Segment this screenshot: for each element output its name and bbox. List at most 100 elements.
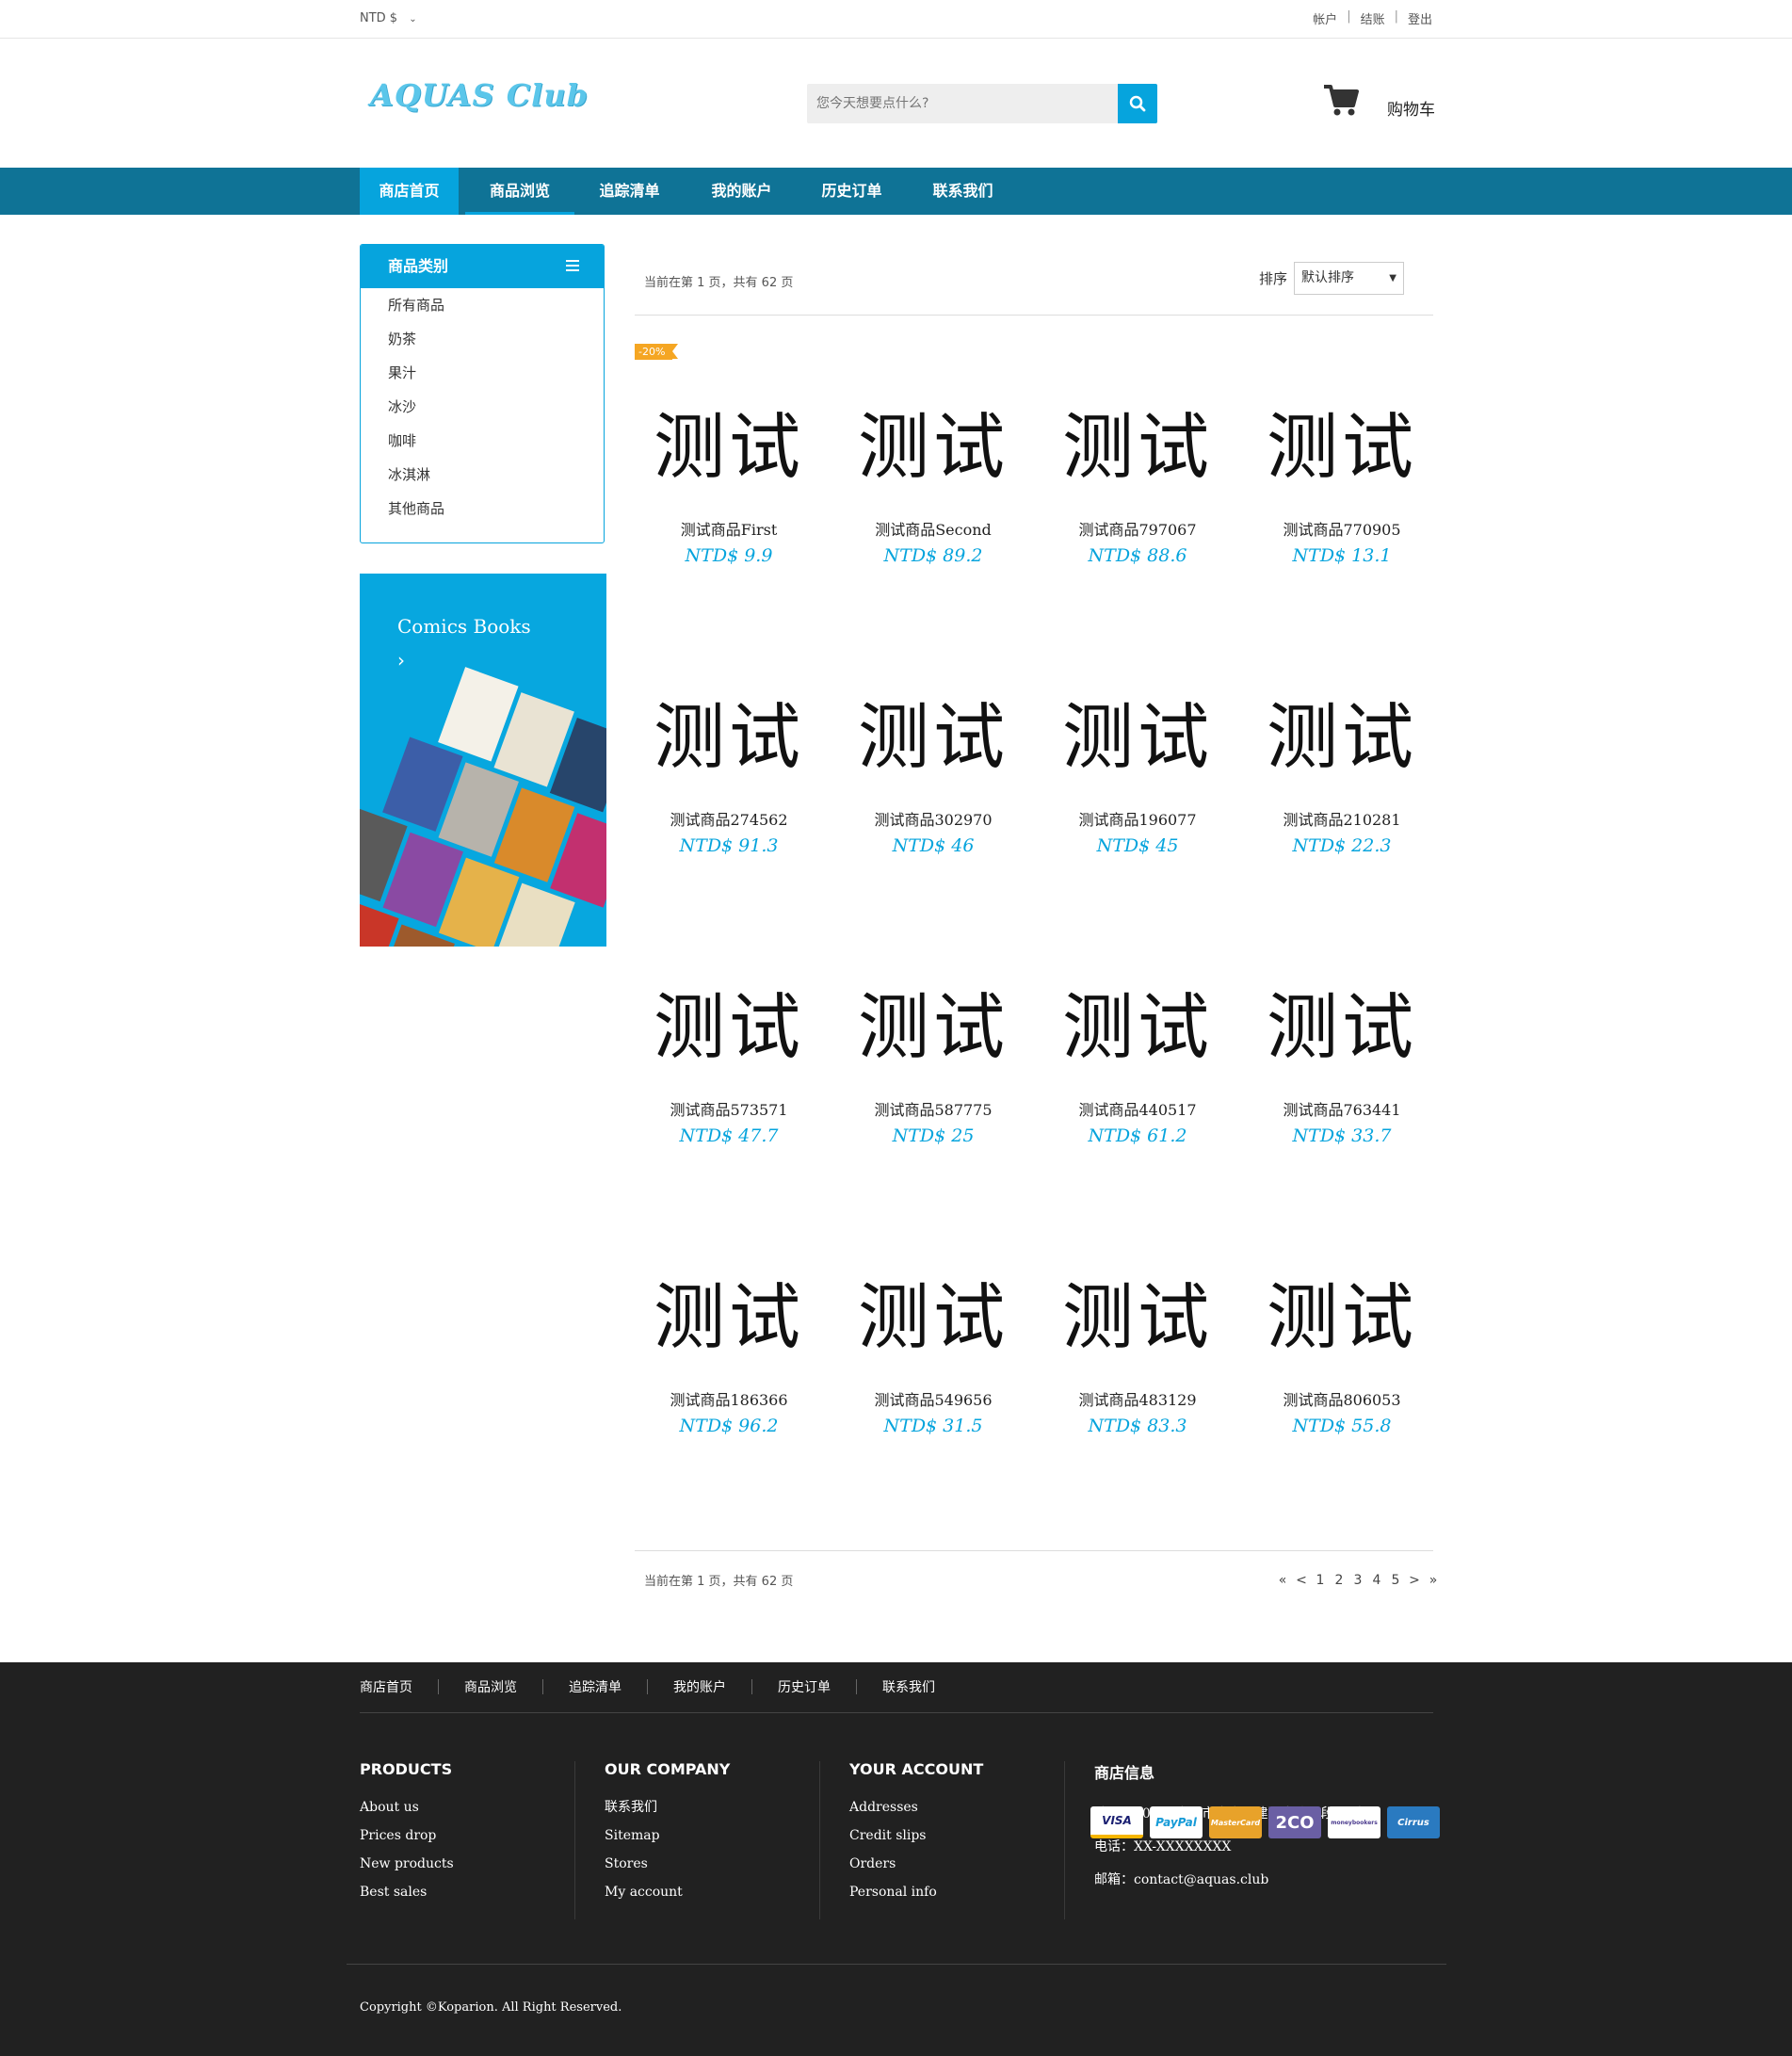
pager-page-1[interactable]: 1 [1311,1573,1330,1588]
product-card[interactable]: 测试 测试商品770905 NTD$ 13.1 [1243,372,1441,566]
store-email[interactable]: 邮箱：contact@aquas.club [1094,1864,1364,1897]
sort-label: 排序 [1259,270,1288,287]
product-card[interactable]: 测试 测试商品587775 NTD$ 25 [834,952,1032,1146]
product-image[interactable]: 测试 [630,662,828,813]
product-card[interactable]: 测试 测试商品549656 NTD$ 31.5 [834,1242,1032,1436]
product-card[interactable]: 测试 测试商品483129 NTD$ 83.3 [1039,1242,1236,1436]
product-image[interactable]: 测试 [1243,372,1441,523]
discount-badge: -20% [635,344,679,360]
site-logo[interactable]: AQUAS Club [370,77,589,113]
nav-item-orders[interactable]: 历史订单 [802,168,901,215]
cart-icon[interactable] [1322,83,1360,121]
product-card[interactable]: 测试 测试商品274562 NTD$ 91.3 [630,662,828,856]
product-image[interactable]: 测试 [1243,662,1441,813]
product-price: NTD$ 46 [892,835,975,856]
product-image[interactable]: 测试 [1039,372,1236,523]
product-card[interactable]: 测试 测试商品763441 NTD$ 33.7 [1243,952,1441,1146]
nav-item-browse[interactable]: 商品浏览 [465,168,574,215]
product-image[interactable]: 测试 [834,1242,1032,1393]
product-image[interactable]: 测试 [1243,952,1441,1103]
product-card[interactable]: 测试 测试商品210281 NTD$ 22.3 [1243,662,1441,856]
category-item-smoothie[interactable]: 冰沙 [361,390,604,424]
footer-nav-home[interactable]: 商店首页 [360,1677,412,1696]
footer-nav-separator [542,1679,543,1694]
product-card[interactable]: 测试 测试商品440517 NTD$ 61.2 [1039,952,1236,1146]
footer-link[interactable]: About us [360,1793,454,1821]
search-input[interactable] [807,84,1105,123]
footer-column-company: OUR COMPANY 联系我们 Sitemap Stores My accou… [605,1760,730,1906]
footer-link[interactable]: Personal info [849,1878,983,1906]
divider [635,315,1433,316]
currency-selector[interactable]: NTD $ ⌄ [360,11,417,25]
footer-nav-browse[interactable]: 商品浏览 [464,1677,517,1696]
sort-select[interactable]: 默认排序 ▼ [1294,262,1404,295]
footer-link[interactable]: Stores [605,1850,730,1878]
product-image[interactable]: 测试 [834,952,1032,1103]
nav-item-contact[interactable]: 联系我们 [913,168,1012,215]
footer-nav-orders[interactable]: 历史订单 [778,1677,831,1696]
category-title: 商品类别 [388,257,449,275]
page-info: 当前在第 1 页，共有 62 页 [644,276,794,290]
product-image[interactable]: 测试 [834,372,1032,523]
visa-logo: VISA [1090,1806,1143,1838]
product-image[interactable]: 测试 [1039,662,1236,813]
pager-page-4[interactable]: 4 [1367,1573,1386,1588]
product-image[interactable]: 测试 [1039,1242,1236,1393]
footer-link[interactable]: Prices drop [360,1821,454,1850]
menu-icon[interactable] [566,260,579,271]
category-item-juice[interactable]: 果汁 [361,356,604,390]
paypal-logo: PayPal [1150,1806,1203,1838]
product-image[interactable]: 测试 [1243,1242,1441,1393]
checkout-link[interactable]: 结账 [1361,9,1385,27]
category-item-all[interactable]: 所有商品 [361,288,604,322]
pager-next[interactable]: > [1405,1573,1424,1588]
footer-link[interactable]: Addresses [849,1793,983,1821]
category-item-ice-cream[interactable]: 冰淇淋 [361,458,604,492]
pager-page-3[interactable]: 3 [1348,1573,1367,1588]
footer-link[interactable]: Sitemap [605,1821,730,1850]
product-card[interactable]: 测试 测试商品196077 NTD$ 45 [1039,662,1236,856]
category-item-coffee[interactable]: 咖啡 [361,424,604,458]
footer-link[interactable]: 联系我们 [605,1793,730,1821]
search-button[interactable] [1118,84,1157,123]
product-card[interactable]: 测试 测试商品806053 NTD$ 55.8 [1243,1242,1441,1436]
footer-nav: 商店首页 商品浏览 追踪清单 我的账户 历史订单 联系我们 [360,1677,935,1696]
product-card[interactable]: 测试 测试商品186366 NTD$ 96.2 [630,1242,828,1436]
product-image[interactable]: 测试 [630,372,828,523]
pager-page-5[interactable]: 5 [1386,1573,1405,1588]
account-link[interactable]: 帐户 [1313,9,1337,27]
moneybookers-logo: moneybookers [1328,1806,1380,1838]
product-card[interactable]: 测试 测试商品797067 NTD$ 88.6 [1039,372,1236,566]
pager-page-2[interactable]: 2 [1330,1573,1348,1588]
product-image[interactable]: 测试 [834,662,1032,813]
footer-nav-account[interactable]: 我的账户 [673,1677,726,1696]
pager-last[interactable]: » [1424,1573,1443,1588]
footer-nav-separator [751,1679,752,1694]
pager-first[interactable]: « [1273,1573,1292,1588]
nav-item-home[interactable]: 商店首页 [360,168,459,215]
pager-prev[interactable]: < [1292,1573,1311,1588]
category-item-other[interactable]: 其他商品 [361,492,604,526]
category-item-milk-tea[interactable]: 奶茶 [361,322,604,356]
product-card[interactable]: 测试 测试商品302970 NTD$ 46 [834,662,1032,856]
product-card[interactable]: 测试 测试商品Second NTD$ 89.2 [834,372,1032,566]
product-card[interactable]: 测试 测试商品First NTD$ 9.9 [630,372,828,566]
footer-link[interactable]: Credit slips [849,1821,983,1850]
main-nav: 商店首页 商品浏览 追踪清单 我的账户 历史订单 联系我们 [0,168,1792,215]
cart-label[interactable]: 购物车 [1387,96,1435,120]
product-image[interactable]: 测试 [1039,952,1236,1103]
footer-nav-tracking[interactable]: 追踪清单 [569,1677,622,1696]
logout-link[interactable]: 登出 [1408,9,1432,27]
footer-link[interactable]: Orders [849,1850,983,1878]
nav-item-tracking[interactable]: 追踪清单 [580,168,679,215]
footer-nav-contact[interactable]: 联系我们 [882,1677,935,1696]
promo-banner[interactable]: Comics Books › [360,574,606,947]
product-image[interactable]: 测试 [630,952,828,1103]
nav-item-account[interactable]: 我的账户 [692,168,791,215]
footer-link[interactable]: My account [605,1878,730,1906]
footer-link[interactable]: New products [360,1850,454,1878]
product-image[interactable]: 测试 [630,1242,828,1393]
footer-column-title: 商店信息 [1094,1764,1155,1782]
product-card[interactable]: 测试 测试商品573571 NTD$ 47.7 [630,952,828,1146]
footer-link[interactable]: Best sales [360,1878,454,1906]
